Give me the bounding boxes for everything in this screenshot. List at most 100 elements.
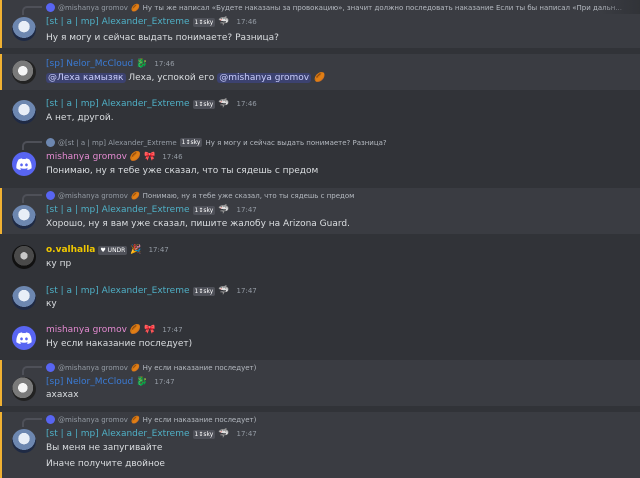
reply-avatar (46, 138, 55, 147)
party-popper-icon: 🎉 (130, 245, 142, 255)
avatar[interactable] (12, 17, 36, 41)
user-mention[interactable]: @Леха камызяк (46, 73, 126, 83)
reply-avatar (46, 415, 55, 424)
guild-tag[interactable]: 1↕sky (192, 429, 216, 439)
reply-spine (22, 366, 42, 375)
bow-icon: 🎀 (144, 325, 156, 335)
author-name[interactable]: [st | a | mp] Alexander_Extreme (46, 205, 190, 215)
guild-tag[interactable]: 1↕sky (192, 99, 216, 109)
message[interactable]: [st | a | mp] Alexander_Extreme 1↕sky 🦈 … (0, 94, 640, 130)
message[interactable]: @mishanya gromov 🏉 Ну если наказание пос… (0, 412, 640, 478)
guild-tag[interactable]: 1↕sky (192, 205, 216, 215)
shark-icon: 🦈 (218, 99, 230, 109)
author-name[interactable]: [st | a | mp] Alexander_Extreme (46, 429, 190, 439)
guild-tag[interactable]: 1↕sky (192, 17, 216, 27)
message[interactable]: @mishanya gromov 🏉 Понимаю, ну я тебе уж… (0, 188, 640, 234)
shark-icon: 🦈 (218, 286, 230, 296)
message[interactable]: @[st | a | mp] Alexander_Extreme 1↕sky Н… (0, 135, 640, 183)
rugby-ball-icon: 🏉 (129, 152, 142, 162)
message-text: Хорошо, ну я вам уже сказал, пишите жало… (46, 219, 350, 229)
reply-author[interactable]: @mishanya gromov (58, 192, 128, 200)
server-tag-label: UNDR (107, 246, 126, 254)
author-name[interactable]: o.valhalla (46, 245, 95, 255)
timestamp: 17:47 (236, 206, 257, 214)
reply-spine (22, 141, 42, 150)
message-text: ахахах (46, 390, 79, 400)
message[interactable]: [st | a | mp] Alexander_Extreme 1↕sky 🦈 … (0, 282, 640, 316)
message-text: А нет, другой. (46, 113, 114, 123)
reply-preview[interactable]: @mishanya gromov 🏉 Понимаю, ну я тебе уж… (46, 191, 354, 200)
avatar[interactable] (12, 286, 36, 310)
timestamp: 17:47 (148, 246, 169, 254)
reply-preview[interactable]: @mishanya gromov 🏉 Ну если наказание пос… (46, 363, 256, 372)
shark-icon: 🦈 (218, 17, 230, 27)
author-name[interactable]: [sp] Nelor_McCloud (46, 377, 133, 387)
reply-fade (600, 0, 640, 14)
reply-avatar (46, 363, 55, 372)
message-text-part: Леха, успокой его (125, 73, 218, 83)
heart-icon: ♥ (100, 246, 106, 254)
reply-text: Ну если наказание последует) (142, 363, 257, 372)
avatar[interactable] (12, 377, 36, 401)
message-text: Иначе получите двойное (46, 459, 165, 469)
reply-author[interactable]: @mishanya gromov (58, 4, 128, 12)
rugby-ball-icon: 🏉 (130, 191, 140, 200)
reply-avatar (46, 191, 55, 200)
message-header: [sp] Nelor_McCloud 🐉 17:46 (46, 59, 175, 69)
message-header: mishanya gromov 🏉 🎀 17:46 (46, 152, 183, 162)
message-text: ку (46, 299, 57, 309)
reply-text: Ну если наказание последует) (142, 415, 257, 424)
rugby-ball-icon: 🏉 (130, 363, 140, 372)
message-text: Понимаю, ну я тебе уже сказал, что ты ся… (46, 166, 319, 176)
timestamp: 17:46 (236, 100, 257, 108)
message-text: ку пр (46, 259, 72, 269)
avatar[interactable] (12, 245, 36, 269)
reply-author[interactable]: @[st | a | mp] Alexander_Extreme (58, 139, 177, 147)
author-name[interactable]: [st | a | mp] Alexander_Extreme (46, 286, 190, 296)
reply-author[interactable]: @mishanya gromov (58, 416, 128, 424)
reply-avatar (46, 3, 55, 12)
message-header: [sp] Nelor_McCloud 🐉 17:47 (46, 377, 175, 387)
rugby-ball-icon: 🏉 (130, 415, 140, 424)
message[interactable]: [sp] Nelor_McCloud 🐉 17:46 @Леха камызяк… (0, 54, 640, 90)
reply-text: Ну я могу и сейчас выдать понимаете? Раз… (205, 138, 387, 147)
message[interactable]: @mishanya gromov 🏉 Ну ты же написал «Буд… (0, 0, 640, 48)
rugby-ball-icon: 🏉 (129, 325, 142, 335)
message-header: mishanya gromov 🏉 🎀 17:47 (46, 325, 183, 335)
message[interactable]: @mishanya gromov 🏉 Ну если наказание пос… (0, 360, 640, 406)
avatar[interactable] (12, 205, 36, 229)
author-name[interactable]: [st | a | mp] Alexander_Extreme (46, 99, 190, 109)
avatar[interactable] (12, 152, 36, 176)
reply-preview[interactable]: @mishanya gromov 🏉 Ну ты же написал «Буд… (46, 3, 622, 12)
author-name[interactable]: mishanya gromov (46, 325, 127, 335)
timestamp: 17:47 (236, 287, 257, 295)
author-name[interactable]: [st | a | mp] Alexander_Extreme (46, 17, 190, 27)
timestamp: 17:46 (162, 153, 183, 161)
message-header: [st | a | mp] Alexander_Extreme 1↕sky 🦈 … (46, 205, 257, 215)
reply-spine (22, 6, 42, 15)
message-text: Ну если наказание последует) (46, 339, 193, 349)
user-mention[interactable]: @mishanya gromov (217, 73, 312, 83)
reply-author[interactable]: @mishanya gromov (58, 364, 128, 372)
avatar[interactable] (12, 60, 36, 84)
reply-preview[interactable]: @[st | a | mp] Alexander_Extreme 1↕sky Н… (46, 138, 387, 147)
guild-tag[interactable]: 1↕sky (192, 286, 216, 296)
author-name[interactable]: mishanya gromov (46, 152, 127, 162)
message[interactable]: o.valhalla ♥ UNDR 🎉 17:47 ку пр (0, 240, 640, 276)
message[interactable]: mishanya gromov 🏉 🎀 17:47 Ну если наказа… (0, 321, 640, 355)
rugby-ball-icon: 🏉 (130, 3, 140, 12)
shark-icon: 🦈 (218, 429, 230, 439)
timestamp: 17:46 (236, 18, 257, 26)
timestamp: 17:47 (154, 378, 175, 386)
reply-text: Ну ты же написал «Будете наказаны за про… (142, 3, 622, 12)
avatar[interactable] (12, 100, 36, 124)
avatar[interactable] (12, 326, 36, 350)
reply-preview[interactable]: @mishanya gromov 🏉 Ну если наказание пос… (46, 415, 256, 424)
author-name[interactable]: [sp] Nelor_McCloud (46, 59, 133, 69)
avatar[interactable] (12, 429, 36, 453)
message-header: [st | a | mp] Alexander_Extreme 1↕sky 🦈 … (46, 17, 257, 27)
message-text: @Леха камызяк Леха, успокой его @mishany… (46, 73, 325, 83)
server-tag[interactable]: ♥ UNDR (98, 245, 128, 255)
timestamp: 17:47 (162, 326, 183, 334)
reply-text: Понимаю, ну я тебе уже сказал, что ты ся… (142, 191, 355, 200)
